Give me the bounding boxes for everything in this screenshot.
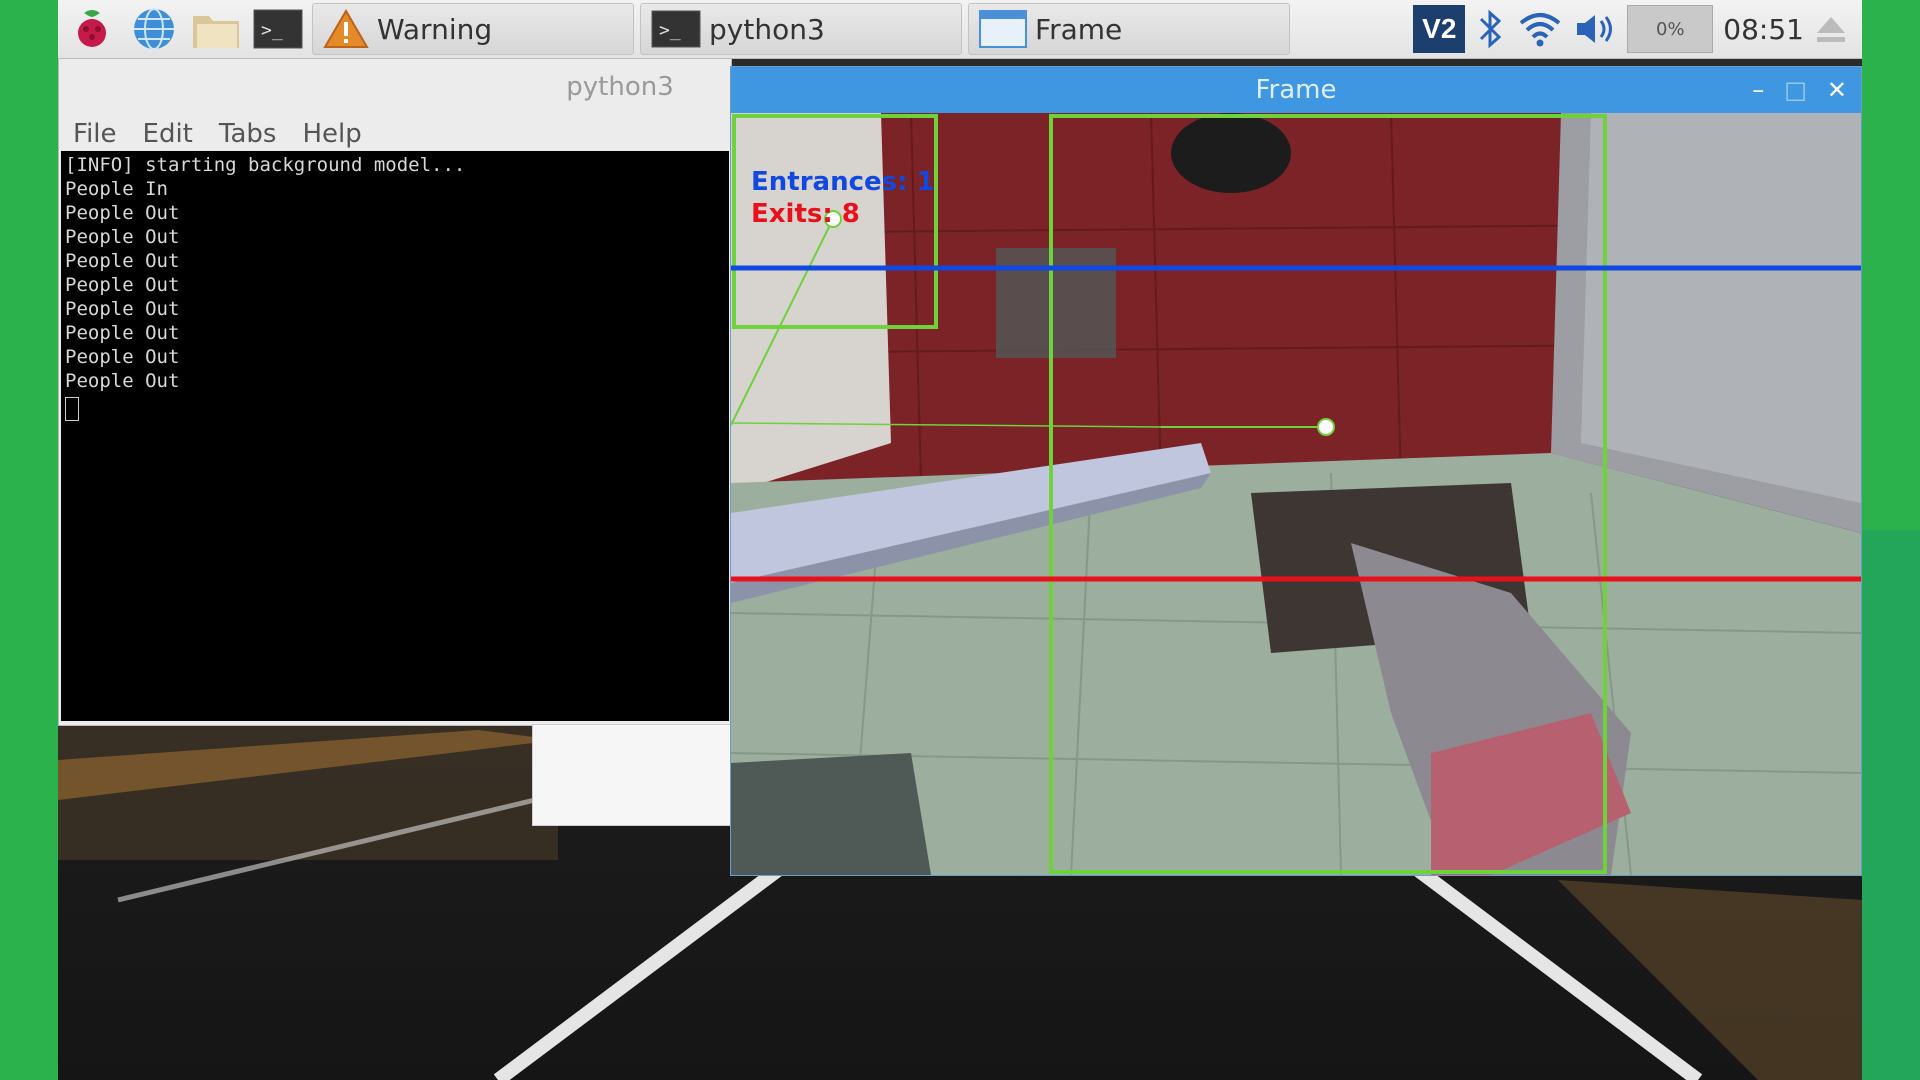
menu-help[interactable]: Help bbox=[302, 119, 361, 149]
system-tray: V2 0% 08:51 bbox=[1413, 5, 1862, 53]
menu-tabs[interactable]: Tabs bbox=[219, 119, 277, 149]
terminal-window: python3 File Edit Tabs Help [INFO] start… bbox=[58, 58, 732, 726]
frame-window: Frame – □ ✕ Entrances: 1 Exits: 8 bbox=[730, 66, 1862, 876]
window-icon bbox=[979, 10, 1027, 48]
web-browser-icon[interactable] bbox=[126, 3, 182, 55]
terminal-line: People Out bbox=[65, 346, 180, 368]
exits-counter: Exits: 8 bbox=[751, 199, 860, 229]
camera-feed: Entrances: 1 Exits: 8 bbox=[731, 112, 1861, 875]
window-controls: – □ ✕ bbox=[1752, 67, 1847, 113]
wifi-icon[interactable] bbox=[1517, 9, 1563, 49]
task-frame-label: Frame bbox=[1035, 12, 1123, 46]
raspberry-menu-icon[interactable] bbox=[64, 3, 120, 55]
close-icon[interactable]: ✕ bbox=[1827, 76, 1847, 104]
terminal-menubar: File Edit Tabs Help bbox=[59, 115, 731, 153]
task-warning-label: Warning bbox=[377, 12, 493, 46]
terminal-icon: >_ bbox=[651, 10, 701, 48]
terminal-line: People In bbox=[65, 178, 168, 200]
terminal-output[interactable]: [INFO] starting background model... Peop… bbox=[61, 151, 729, 721]
clock[interactable]: 08:51 bbox=[1723, 13, 1804, 46]
cpu-monitor[interactable]: 0% bbox=[1627, 5, 1714, 53]
eject-icon[interactable] bbox=[1814, 14, 1848, 44]
terminal-line: People Out bbox=[65, 202, 180, 224]
terminal-line: [INFO] starting background model... bbox=[65, 154, 466, 176]
task-python3-label: python3 bbox=[709, 12, 825, 46]
terminal-launcher-icon[interactable]: >_ bbox=[250, 3, 306, 55]
bluetooth-icon[interactable] bbox=[1475, 7, 1507, 51]
terminal-line: People Out bbox=[65, 298, 180, 320]
terminal-title: python3 bbox=[566, 72, 674, 102]
background-window-fragment bbox=[532, 724, 732, 826]
cpu-monitor-label: 0% bbox=[1656, 18, 1685, 40]
frame-titlebar[interactable]: Frame – □ ✕ bbox=[731, 67, 1861, 113]
taskbar: >_ Warning >_ python3 Frame V2 0% 08:51 bbox=[58, 0, 1862, 59]
background-left-green bbox=[0, 0, 58, 1080]
minimize-icon[interactable]: – bbox=[1752, 76, 1764, 104]
terminal-cursor bbox=[65, 397, 79, 421]
terminal-line: People Out bbox=[65, 274, 180, 296]
frame-title: Frame bbox=[1255, 75, 1337, 105]
task-python3[interactable]: >_ python3 bbox=[640, 3, 962, 55]
terminal-line: People Out bbox=[65, 250, 180, 272]
volume-icon[interactable] bbox=[1573, 9, 1617, 49]
terminal-line: People Out bbox=[65, 322, 180, 344]
maximize-icon[interactable]: □ bbox=[1784, 76, 1807, 104]
vnc-icon[interactable]: V2 bbox=[1413, 5, 1466, 53]
terminal-line: People Out bbox=[65, 370, 180, 392]
background-right-green-lower bbox=[1862, 530, 1920, 1080]
task-frame[interactable]: Frame bbox=[968, 3, 1290, 55]
terminal-line: People Out bbox=[65, 226, 180, 248]
background-right-green bbox=[1862, 0, 1920, 530]
svg-text:>_: >_ bbox=[261, 20, 283, 41]
task-warning[interactable]: Warning bbox=[312, 3, 634, 55]
entrances-counter: Entrances: 1 bbox=[751, 167, 935, 197]
svg-text:>_: >_ bbox=[659, 20, 681, 41]
warning-icon bbox=[323, 9, 369, 48]
menu-edit[interactable]: Edit bbox=[143, 119, 193, 149]
menu-file[interactable]: File bbox=[73, 119, 117, 149]
file-manager-icon[interactable] bbox=[188, 3, 244, 55]
